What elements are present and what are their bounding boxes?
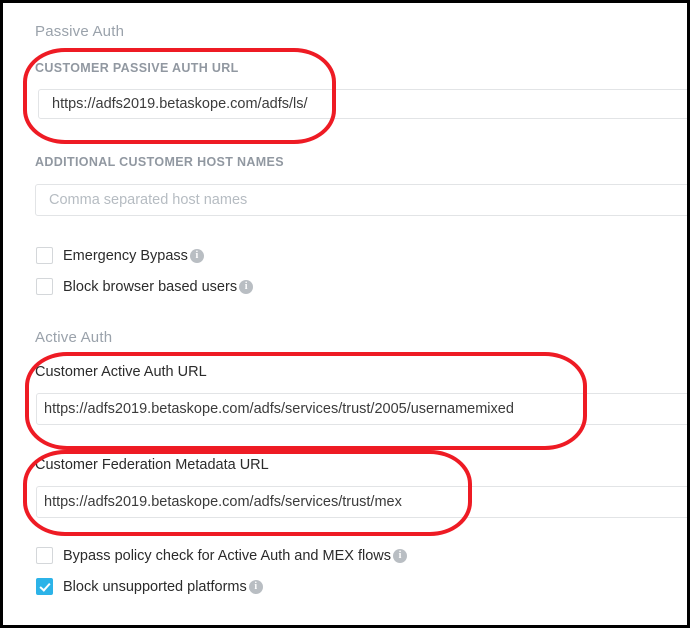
checkbox-row-emergency-bypass[interactable]: Emergency Bypass i xyxy=(36,247,204,264)
info-icon-block-browser-based-users[interactable]: i xyxy=(239,279,254,294)
checkbox-row-block-browser-based-users[interactable]: Block browser based users i xyxy=(36,278,254,295)
section-heading-passive-auth: Passive Auth xyxy=(35,23,125,40)
label-customer-active-auth-url: Customer Active Auth URL xyxy=(35,364,207,380)
settings-panel-screenshot: Passive Auth CUSTOMER PASSIVE AUTH URL A… xyxy=(0,0,690,628)
input-customer-federation-metadata-url[interactable] xyxy=(36,486,687,518)
checkbox-block-browser-based-users[interactable] xyxy=(36,278,53,295)
input-customer-passive-auth-url[interactable] xyxy=(38,89,687,119)
input-additional-customer-host-names[interactable] xyxy=(35,184,687,216)
checkbox-bypass-policy-check[interactable] xyxy=(36,547,53,564)
checkbox-row-block-unsupported-platforms[interactable]: Block unsupported platforms i xyxy=(36,578,263,595)
input-customer-active-auth-url[interactable] xyxy=(36,393,687,425)
info-icon-block-unsupported-platforms[interactable]: i xyxy=(248,579,263,594)
label-additional-customer-host-names: ADDITIONAL CUSTOMER HOST NAMES xyxy=(35,155,284,169)
section-heading-active-auth: Active Auth xyxy=(35,329,113,346)
info-icon-bypass-policy-check[interactable]: i xyxy=(393,548,408,563)
checkbox-emergency-bypass[interactable] xyxy=(36,247,53,264)
settings-form: Passive Auth CUSTOMER PASSIVE AUTH URL A… xyxy=(3,3,687,625)
checkbox-block-unsupported-platforms[interactable] xyxy=(36,578,53,595)
checkbox-label-bypass-policy-check: Bypass policy check for Active Auth and … xyxy=(63,547,392,564)
checkbox-row-bypass-policy-check[interactable]: Bypass policy check for Active Auth and … xyxy=(36,547,408,564)
checkbox-label-emergency-bypass: Emergency Bypass xyxy=(63,247,188,264)
label-customer-federation-metadata-url: Customer Federation Metadata URL xyxy=(35,457,269,473)
checkbox-label-block-browser-based-users: Block browser based users xyxy=(63,278,238,295)
label-customer-passive-auth-url: CUSTOMER PASSIVE AUTH URL xyxy=(35,61,239,75)
info-icon-emergency-bypass[interactable]: i xyxy=(189,248,204,263)
checkbox-label-block-unsupported-platforms: Block unsupported platforms xyxy=(63,578,247,595)
